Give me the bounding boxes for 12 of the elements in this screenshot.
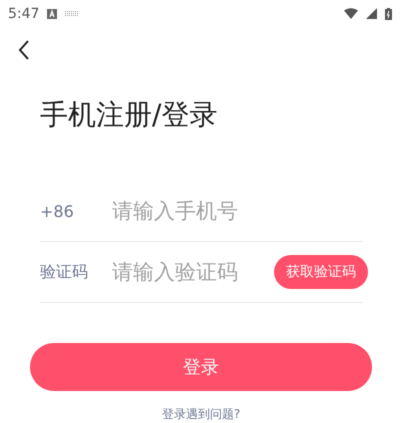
signal-icon xyxy=(366,8,377,20)
status-time: 5:47 xyxy=(8,6,40,22)
country-code: +86 xyxy=(40,202,75,221)
keyboard-icon xyxy=(65,10,80,17)
page-title: 手机注册/登录 xyxy=(40,96,218,133)
get-code-button[interactable]: 获取验证码 xyxy=(274,255,368,290)
code-label: 验证码 xyxy=(40,262,89,283)
wifi-icon xyxy=(344,8,358,20)
login-button[interactable]: 登录 xyxy=(30,343,372,391)
help-link[interactable]: 登录遇到问题? xyxy=(162,406,240,423)
battery-icon xyxy=(385,8,392,20)
text-input-icon xyxy=(47,8,58,19)
